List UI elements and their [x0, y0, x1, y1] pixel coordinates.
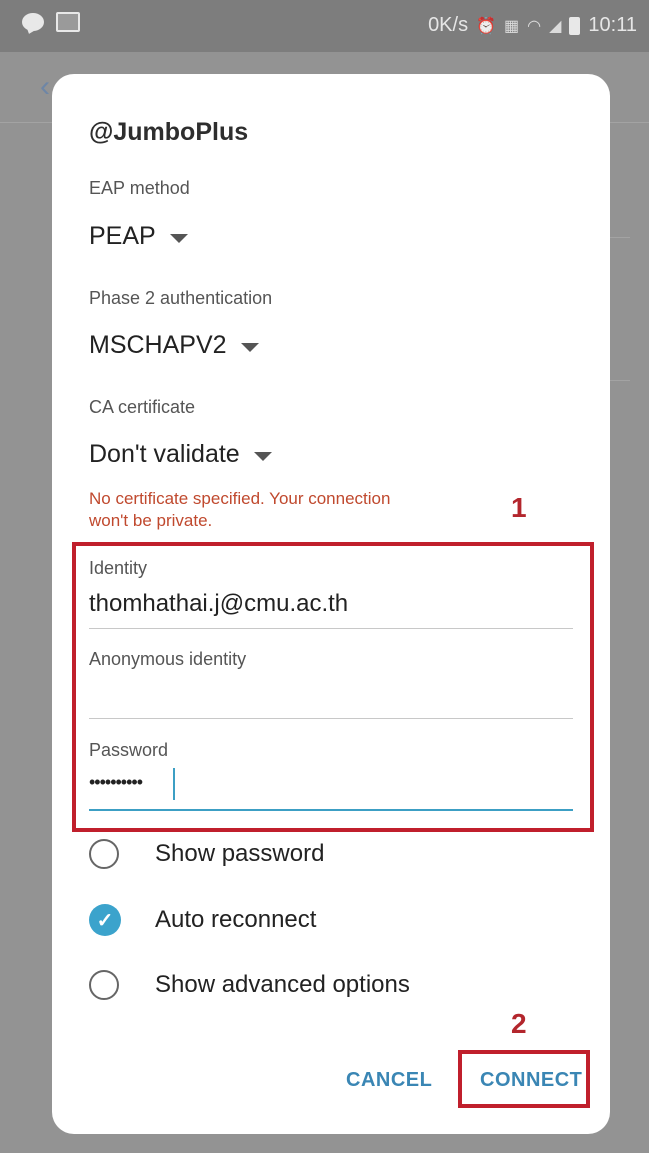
cancel-button[interactable]: CANCEL [346, 1069, 432, 1092]
ca-certificate-dropdown[interactable]: Don't validate [89, 440, 272, 469]
status-left-icons [22, 12, 80, 32]
volte-icon: ▦ [504, 17, 520, 35]
certificate-warning: No certificate specified. Your connectio… [89, 488, 489, 532]
network-name-title: @JumboPlus [89, 118, 249, 146]
show-advanced-label: Show advanced options [155, 971, 410, 998]
status-bar: 0K/s ⏰ ▦ ◠ ◢ 10:11 [0, 0, 649, 52]
eap-method-value: PEAP [89, 222, 156, 250]
show-advanced-checkbox[interactable] [89, 970, 119, 1000]
status-right-icons: 0K/s ⏰ ▦ ◠ ◢ 10:11 [428, 14, 637, 37]
eap-method-label: EAP method [89, 178, 190, 198]
ca-certificate-value: Don't validate [89, 440, 240, 468]
phase2-dropdown[interactable]: MSCHAPV2 [89, 331, 259, 360]
auto-reconnect-option[interactable]: ✓ Auto reconnect [89, 904, 316, 936]
show-advanced-option[interactable]: Show advanced options [89, 970, 410, 1000]
phase2-label: Phase 2 authentication [89, 288, 273, 308]
ca-certificate-label: CA certificate [89, 397, 196, 417]
auto-reconnect-checkbox[interactable]: ✓ [89, 904, 121, 936]
battery-icon [569, 16, 581, 35]
phase2-value: MSCHAPV2 [89, 331, 227, 359]
back-arrow-icon: ‹ [40, 70, 50, 103]
callout-box-connect [458, 1050, 590, 1108]
show-password-checkbox[interactable] [89, 839, 119, 869]
callout-number-1: 1 [511, 492, 527, 523]
dropdown-arrow-icon [253, 451, 272, 461]
alarm-icon: ⏰ [476, 17, 497, 35]
dropdown-arrow-icon [240, 342, 259, 352]
signal-icon: ◢ [549, 17, 562, 35]
wifi-icon: ◠ [527, 17, 542, 35]
callout-number-2: 2 [511, 1008, 527, 1039]
show-password-label: Show password [155, 840, 325, 867]
clock: 10:11 [588, 14, 637, 36]
show-password-option[interactable]: Show password [89, 839, 324, 869]
warning-line-2: won't be private. [89, 511, 213, 530]
dropdown-arrow-icon [169, 233, 188, 243]
network-speed: 0K/s [428, 14, 469, 36]
warning-line-1: No certificate specified. Your connectio… [89, 489, 391, 508]
chat-icon [22, 13, 44, 31]
eap-method-dropdown[interactable]: PEAP [89, 222, 188, 251]
image-icon [56, 12, 80, 32]
callout-box-credentials [72, 542, 594, 832]
auto-reconnect-label: Auto reconnect [155, 906, 317, 933]
